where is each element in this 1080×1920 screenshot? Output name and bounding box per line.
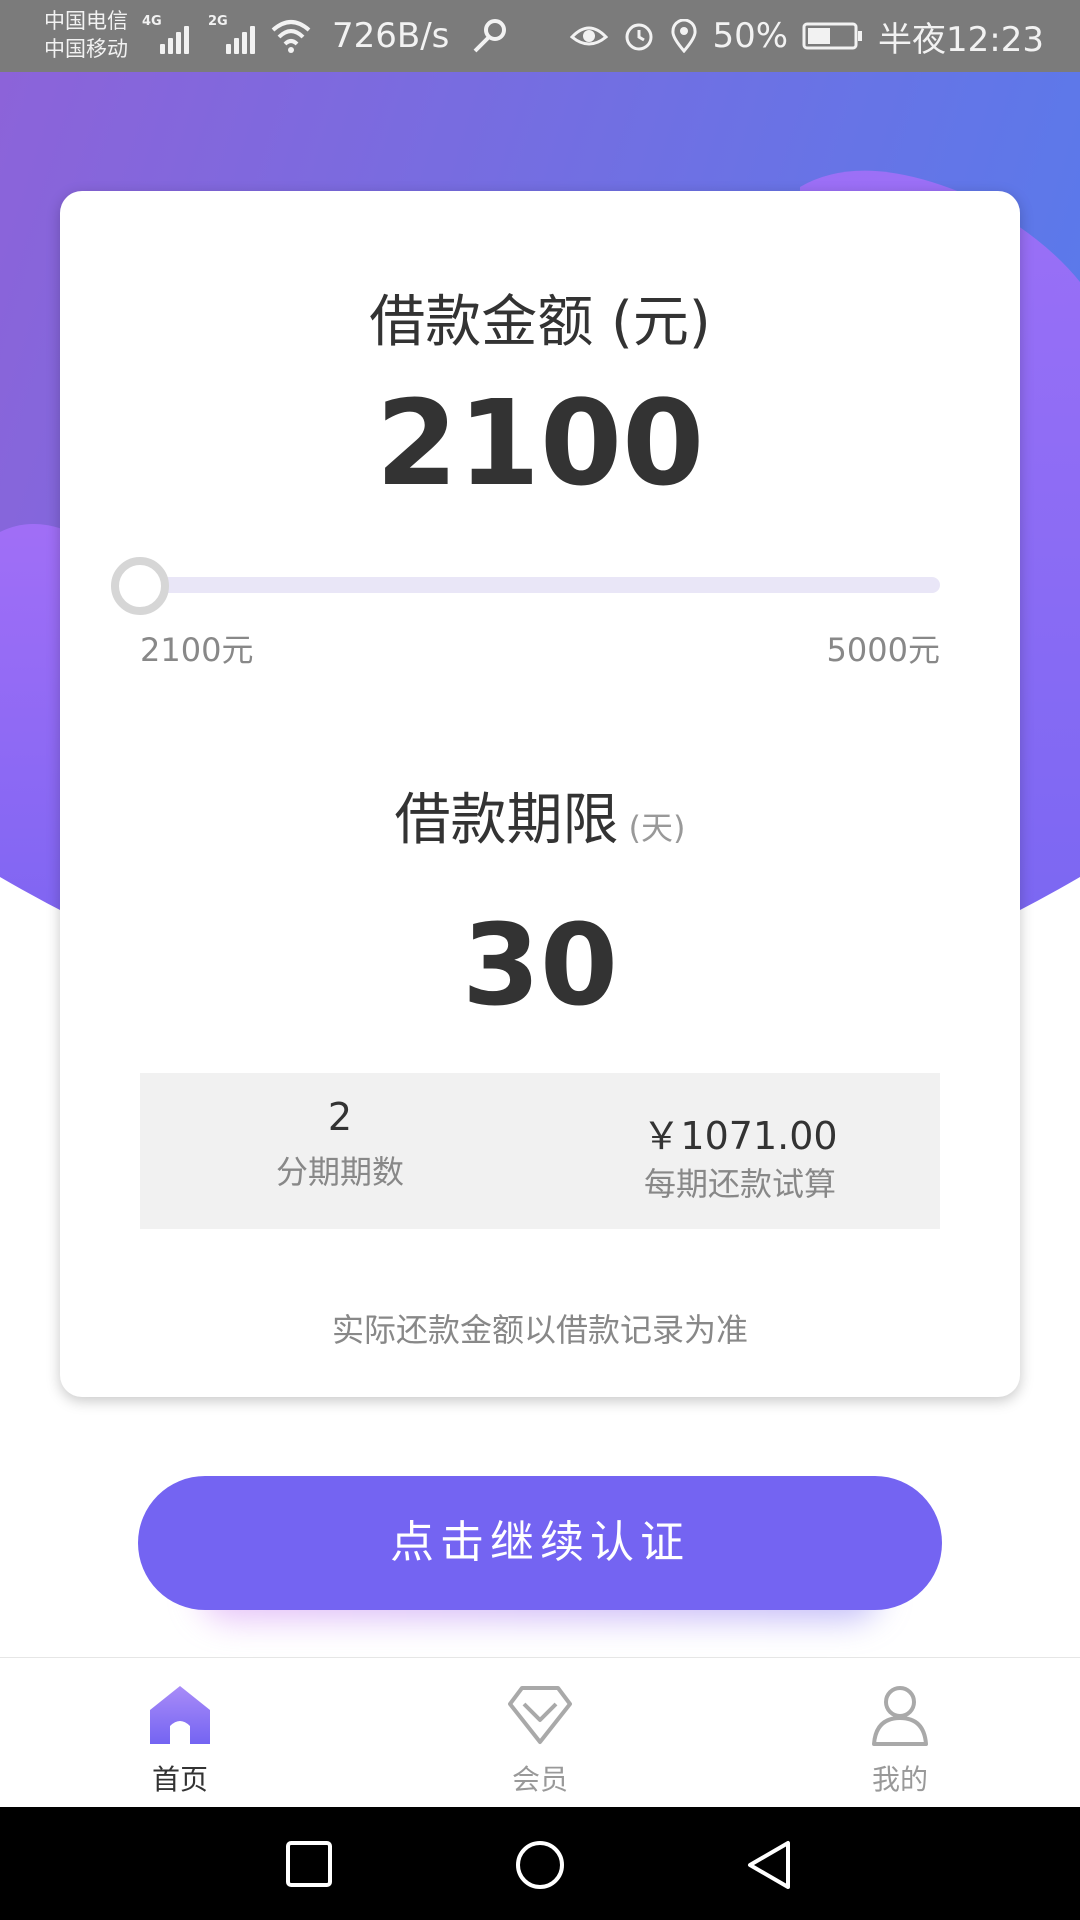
bottom-tab-bar: 首页 会员 我的 <box>0 1657 1080 1807</box>
carrier-names: 中国电信 中国移动 <box>44 7 128 63</box>
amount-slider-track[interactable] <box>140 577 940 593</box>
clock: 半夜12:23 <box>878 19 1044 60</box>
status-bar: 中国电信 中国移动 4G 2G 726B/s 50% 半夜12:23 <box>0 0 1080 72</box>
term-value: 30 <box>462 901 618 1031</box>
repayment-value: ￥1071.00 <box>642 1114 838 1158</box>
installments-label: 分期期数 <box>275 1153 404 1191</box>
network-speed: 726B/s <box>332 16 450 56</box>
back-icon[interactable] <box>744 1839 794 1891</box>
eye-icon <box>570 26 609 46</box>
disclaimer-text: 实际还款金额以借款记录为准 <box>331 1311 748 1349</box>
continue-verification-button[interactable]: 点击继续认证 <box>138 1476 942 1610</box>
system-nav-bar <box>0 1807 1080 1920</box>
loan-card: 借款金额 (元) 2100 2100元 5000元 借款期限 (天) 30 2 分… <box>60 191 1020 1397</box>
home-icon <box>150 1686 210 1744</box>
repayment-label: 每期还款试算 <box>643 1165 836 1203</box>
recents-icon[interactable] <box>284 1839 334 1889</box>
tab-home[interactable]: 首页 <box>80 1658 280 1808</box>
tab-mine[interactable]: 我的 <box>800 1658 1000 1808</box>
carrier-2: 中国移动 <box>44 37 128 61</box>
carrier-1: 中国电信 <box>44 9 128 33</box>
status-right-group: 50% 半夜12:23 <box>570 14 1044 60</box>
amount-title: 借款金额 (元) <box>369 290 711 355</box>
home-nav-icon[interactable] <box>514 1839 566 1891</box>
installments-block: 2 分期期数 <box>140 1073 540 1229</box>
tab-label: 首页 <box>151 1763 208 1796</box>
signal-icon: 2G <box>208 14 264 54</box>
battery-percent: 50% <box>712 16 789 56</box>
signal-icon: 4G <box>142 14 198 54</box>
alarm-icon <box>625 23 653 51</box>
installments-value: 2 <box>327 1095 353 1139</box>
repayment-block: ￥1071.00 每期还款试算 <box>540 1073 940 1229</box>
term-title: 借款期限 <box>394 788 619 853</box>
slider-min-label: 2100元 <box>140 631 254 669</box>
tab-label: 我的 <box>871 1763 928 1796</box>
term-header: 借款期限 (天) <box>60 775 1020 856</box>
tab-label: 会员 <box>511 1763 568 1796</box>
tab-member[interactable]: 会员 <box>440 1658 640 1808</box>
network-type-1: 4G <box>142 14 162 29</box>
slider-max-label: 5000元 <box>826 631 940 669</box>
term-unit: (天) <box>628 809 686 847</box>
diamond-icon <box>508 1686 572 1744</box>
battery-icon <box>802 22 863 50</box>
amount-slider-thumb[interactable] <box>111 557 169 615</box>
user-icon <box>872 1686 928 1746</box>
amount-value: 2100 <box>375 374 705 512</box>
wifi-icon <box>271 20 311 53</box>
network-type-2: 2G <box>208 14 228 29</box>
location-icon <box>671 19 697 53</box>
key-icon <box>473 19 506 53</box>
repayment-summary: 2 分期期数 ￥1071.00 每期还款试算 <box>140 1073 940 1229</box>
